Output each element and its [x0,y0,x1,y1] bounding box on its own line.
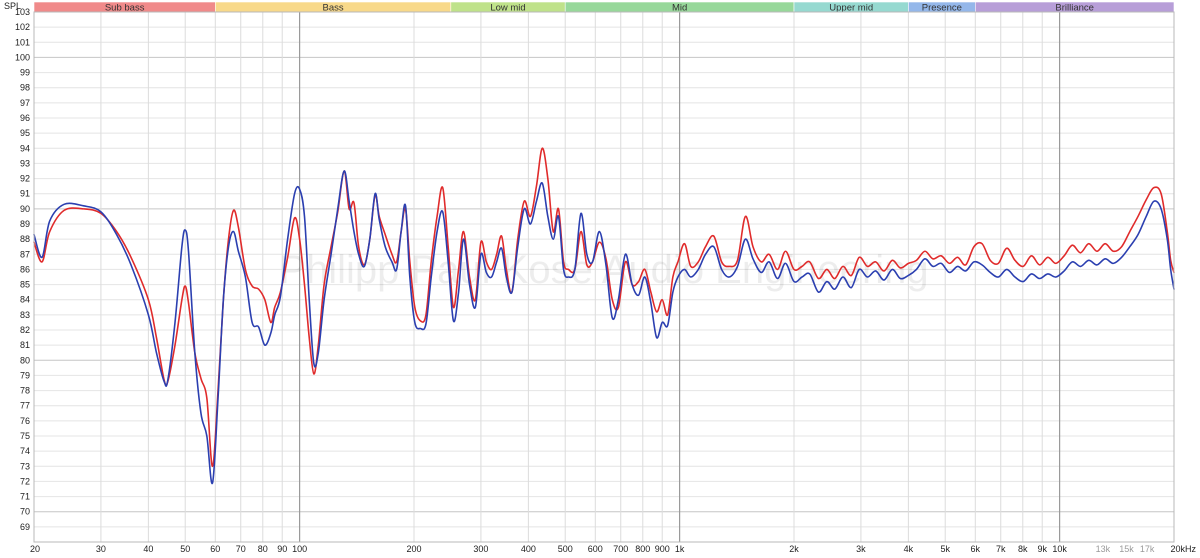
y-tick-label: 80 [20,355,30,365]
x-tick-label: 5k [940,544,950,554]
y-tick-label: 92 [20,174,30,184]
x-tick-label: 2k [789,544,799,554]
y-tick-label: 99 [20,68,30,78]
y-tick-label: 102 [15,22,30,32]
x-tick-label: 10k [1052,544,1067,554]
y-tick-label: 88 [20,234,30,244]
x-tick-label: 600 [588,544,603,554]
x-tick-label: 6k [971,544,981,554]
x-tick-label: 13k [1096,544,1111,554]
x-tick-label: 100 [292,544,307,554]
x-tick-label: 4k [904,544,914,554]
y-tick-label: 79 [20,370,30,380]
y-tick-label: 77 [20,401,30,411]
y-tick-label: 94 [20,143,30,153]
x-tick-label: 20 [30,544,40,554]
x-tick-label: 3k [856,544,866,554]
y-tick-label: 72 [20,476,30,486]
x-tick-label: 80 [258,544,268,554]
y-tick-label: 74 [20,446,30,456]
x-tick-label: 700 [613,544,628,554]
x-tick-label: 30 [96,544,106,554]
x-tick-label: 7k [996,544,1006,554]
x-tick-label: 70 [236,544,246,554]
x-tick-label: 9k [1037,544,1047,554]
y-tick-label: 71 [20,492,30,502]
x-tick-label: 17k [1140,544,1155,554]
y-axis-label: SPL [4,1,21,11]
x-tick-label: 400 [521,544,536,554]
x-tick-label: 200 [406,544,421,554]
y-tick-label: 73 [20,461,30,471]
y-tick-label: 85 [20,280,30,290]
y-tick-label: 75 [20,431,30,441]
y-tick-label: 87 [20,249,30,259]
x-tick-label: 800 [635,544,650,554]
y-tick-label: 76 [20,416,30,426]
x-tick-label: 8k [1018,544,1028,554]
y-tick-label: 83 [20,310,30,320]
x-tick-label: 40 [143,544,153,554]
x-tick-label: 300 [473,544,488,554]
x-tick-label: 90 [277,544,287,554]
y-tick-label: 84 [20,295,30,305]
x-tick-label: 20kHz [1170,544,1196,554]
x-tick-label: 50 [180,544,190,554]
y-tick-label: 100 [15,52,30,62]
y-tick-label: 97 [20,98,30,108]
y-tick-label: 81 [20,340,30,350]
y-tick-label: 89 [20,219,30,229]
y-tick-label: 96 [20,113,30,123]
x-tick-label: 500 [558,544,573,554]
x-tick-label: 15k [1119,544,1134,554]
x-tick-label: 900 [655,544,670,554]
y-tick-label: 78 [20,386,30,396]
x-tick-label: 60 [210,544,220,554]
y-tick-label: 82 [20,325,30,335]
y-tick-label: 101 [15,37,30,47]
y-tick-label: 93 [20,158,30,168]
x-tick-label: 1k [675,544,685,554]
y-tick-label: 91 [20,189,30,199]
y-tick-label: 98 [20,83,30,93]
y-tick-label: 70 [20,507,30,517]
frequency-response-chart: Sub bass Bass Low mid Mid Upper mid Presence B… [0,0,1200,558]
y-tick-label: 95 [20,128,30,138]
y-tick-label: 90 [20,204,30,214]
y-tick-label: 86 [20,264,30,274]
y-tick-label: 69 [20,522,30,532]
